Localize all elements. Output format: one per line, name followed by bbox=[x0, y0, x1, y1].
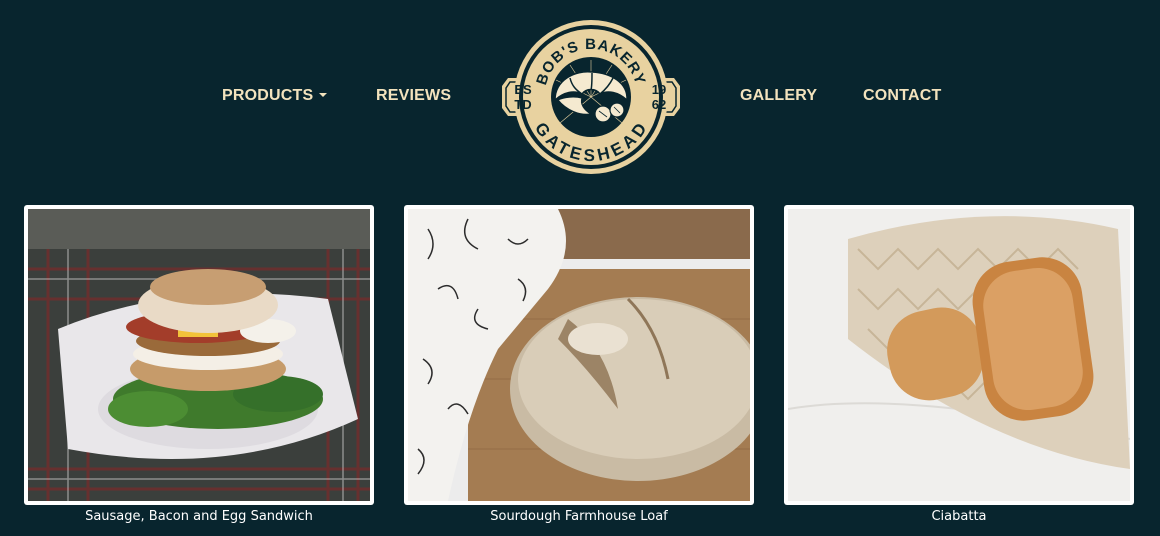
bakery-logo[interactable]: ES TD 19 62 BOB'S BAKERY GATESHEAD bbox=[500, 18, 682, 176]
logo-year-bottom: 62 bbox=[652, 97, 666, 112]
ciabatta-photo bbox=[788, 209, 1130, 501]
nav-gallery-link[interactable]: GALLERY bbox=[740, 86, 817, 106]
logo-estd-bottom: TD bbox=[514, 97, 531, 112]
logo-estd-top: ES bbox=[514, 82, 532, 97]
nav-products-label: PRODUCTS bbox=[222, 87, 314, 104]
product-caption-sourdough: Sourdough Farmhouse Loaf bbox=[490, 509, 668, 524]
sourdough-photo bbox=[408, 209, 750, 501]
caret-down-icon bbox=[319, 93, 328, 97]
product-caption-sandwich: Sausage, Bacon and Egg Sandwich bbox=[85, 509, 313, 524]
product-card-sourdough[interactable] bbox=[404, 205, 754, 505]
nav-products-dropdown[interactable]: PRODUCTS bbox=[222, 86, 328, 106]
logo-year-top: 19 bbox=[652, 82, 666, 97]
product-card-sandwich[interactable] bbox=[24, 205, 374, 505]
nav-reviews-link[interactable]: REVIEWS bbox=[376, 86, 451, 106]
nav-contact-link[interactable]: CONTACT bbox=[863, 86, 941, 106]
product-card-ciabatta[interactable] bbox=[784, 205, 1134, 505]
sandwich-photo bbox=[28, 209, 370, 501]
product-caption-ciabatta: Ciabatta bbox=[931, 509, 987, 524]
